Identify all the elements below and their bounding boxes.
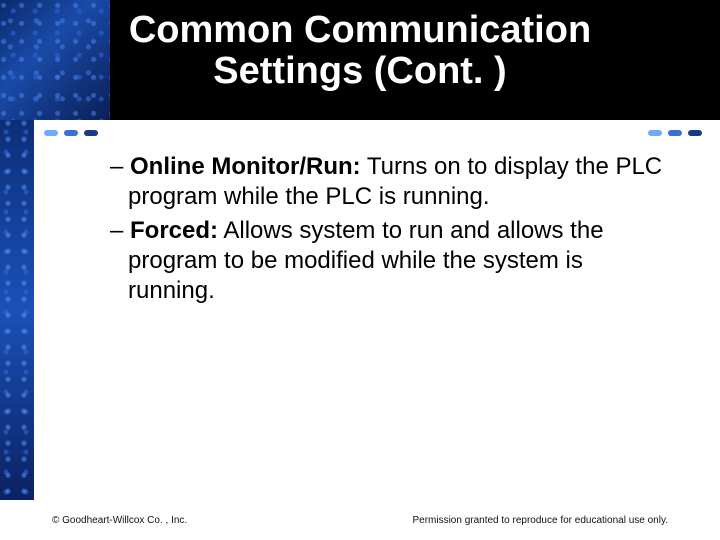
bullet-dash: –	[110, 153, 130, 180]
slide-title: Common Communication Settings (Cont. )	[0, 10, 720, 92]
dot-icon	[84, 130, 98, 136]
dot-icon	[668, 130, 682, 136]
copyright-text: © Goodheart-Willcox Co. , Inc.	[52, 515, 187, 526]
dot-icon	[688, 130, 702, 136]
slide-header: Common Communication Settings (Cont. )	[0, 0, 720, 120]
sidebar-texture	[0, 120, 34, 500]
title-line-1: Common Communication	[0, 10, 720, 51]
dot-icon	[44, 130, 58, 136]
bullet-term: Online Monitor/Run:	[130, 153, 361, 180]
decorative-dots-right	[648, 130, 702, 136]
bullet-term: Forced:	[130, 217, 218, 244]
bullet-item: – Online Monitor/Run: Turns on to displa…	[110, 152, 670, 212]
permission-text: Permission granted to reproduce for educ…	[412, 515, 668, 526]
dot-icon	[648, 130, 662, 136]
slide-body: – Online Monitor/Run: Turns on to displa…	[110, 152, 670, 310]
decorative-dots-left	[44, 130, 98, 136]
slide-footer: © Goodheart-Willcox Co. , Inc. Permissio…	[0, 515, 720, 526]
bullet-dash: –	[110, 217, 130, 244]
bullet-item: – Forced: Allows system to run and allow…	[110, 216, 670, 306]
dot-icon	[64, 130, 78, 136]
title-line-2: Settings (Cont. )	[0, 51, 720, 92]
